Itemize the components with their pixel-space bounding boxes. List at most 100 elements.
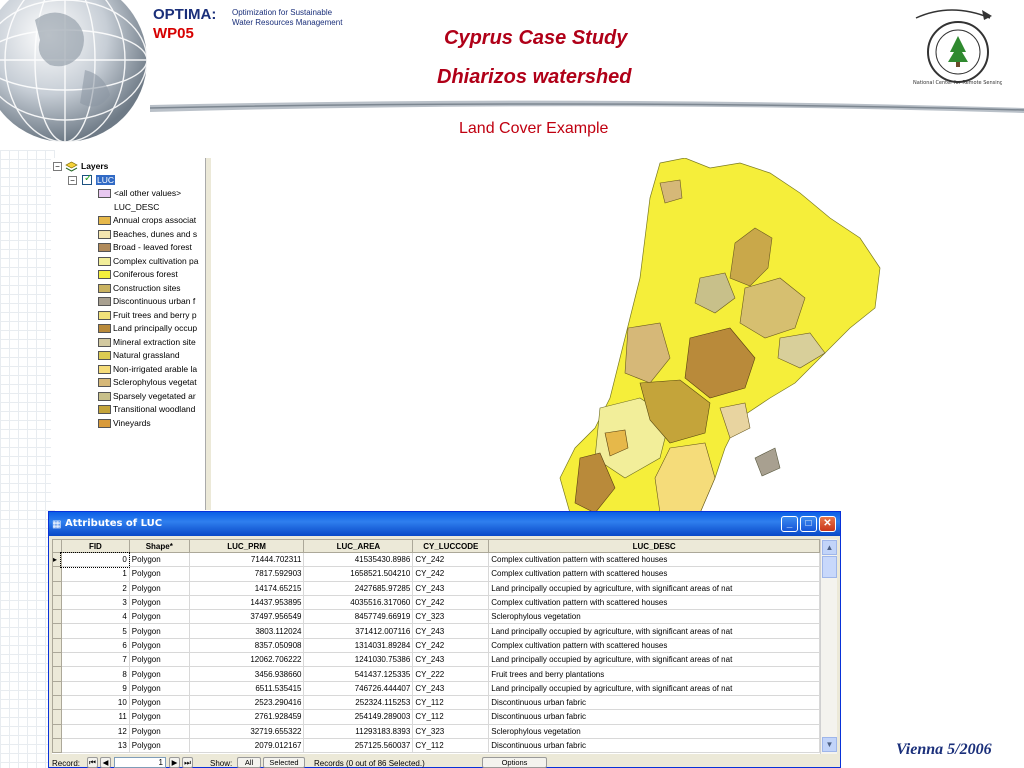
- table-cell[interactable]: Land principally occupied by agriculture…: [488, 581, 820, 596]
- table-cell[interactable]: 12062.706222: [189, 652, 305, 668]
- legend-swatch[interactable]: [98, 243, 111, 252]
- row-selector[interactable]: [52, 637, 62, 654]
- table-cell[interactable]: Polygon: [129, 724, 190, 739]
- table-cell[interactable]: CY_243: [412, 652, 490, 668]
- table-cell[interactable]: 5: [61, 623, 130, 639]
- table-cell[interactable]: 1241030.75386: [303, 652, 414, 668]
- column-header-luc-desc[interactable]: LUC_DESC: [488, 539, 820, 553]
- table-cell[interactable]: 4: [61, 609, 130, 625]
- legend-swatch[interactable]: [98, 297, 111, 306]
- table-cell[interactable]: 1: [61, 566, 130, 582]
- table-cell[interactable]: Polygon: [129, 666, 190, 682]
- table-row[interactable]: 5 Polygon 3803.112024 371412.007116 CY_243 La…: [52, 623, 820, 639]
- legend-swatch[interactable]: [98, 310, 111, 320]
- row-selector[interactable]: [52, 737, 62, 754]
- table-row[interactable]: 1 Polygon 7817.592903 1658521.504210 CY_242 C…: [52, 566, 820, 582]
- table-cell[interactable]: Polygon: [129, 695, 190, 711]
- column-header-shape[interactable]: Shape*: [128, 539, 190, 553]
- table-cell[interactable]: CY_243: [412, 623, 490, 639]
- table-cell[interactable]: CY_242: [412, 566, 490, 582]
- table-row[interactable]: 2 Polygon 14174.65215 2427685.97285 CY_243 La…: [52, 580, 820, 596]
- table-row[interactable]: 3 Polygon 14437.953895 4035516.317060 CY_242…: [52, 594, 820, 611]
- table-cell[interactable]: 11293183.8393: [303, 724, 414, 739]
- table-row[interactable]: ▸ 0 Polygon 71444.702311 41535430.8986 CY_242…: [52, 551, 820, 568]
- table-cell[interactable]: 541437.125335: [303, 666, 414, 682]
- legend-swatch[interactable]: [98, 418, 111, 428]
- table-cell[interactable]: 14174.65215: [189, 581, 305, 596]
- luc-layer-label[interactable]: LUC: [96, 175, 116, 185]
- table-cell[interactable]: 371412.007116: [303, 623, 414, 639]
- table-cell[interactable]: Polygon: [129, 638, 190, 654]
- table-cell[interactable]: 2427685.97285: [303, 581, 414, 596]
- row-selector[interactable]: [52, 566, 62, 582]
- table-cell[interactable]: 41535430.8986: [303, 552, 414, 568]
- table-cell[interactable]: 1314031.89284: [303, 638, 414, 654]
- close-button[interactable]: ✕: [819, 516, 836, 532]
- table-cell[interactable]: Polygon: [129, 581, 190, 596]
- table-cell[interactable]: 3456.938660: [189, 666, 305, 682]
- row-selector[interactable]: [52, 580, 62, 596]
- table-cell[interactable]: 7: [61, 652, 130, 668]
- legend-swatch[interactable]: [98, 229, 111, 239]
- table-row[interactable]: 6 Polygon 8357.050908 1314031.89284 CY_242 Co…: [52, 637, 820, 654]
- table-row[interactable]: 10 Polygon 2523.290416 252324.115253 CY_112 D…: [52, 694, 820, 711]
- legend-swatch[interactable]: [98, 364, 111, 374]
- table-cell[interactable]: CY_112: [412, 738, 490, 754]
- table-cell[interactable]: Polygon: [129, 709, 190, 725]
- table-cell[interactable]: 2523.290416: [189, 695, 305, 711]
- table-cell[interactable]: 8457749.66919: [303, 609, 414, 625]
- table-cell[interactable]: CY_243: [412, 581, 490, 596]
- maximize-button[interactable]: □: [800, 516, 817, 532]
- table-row[interactable]: 8 Polygon 3456.938660 541437.125335 CY_222 Fr…: [52, 666, 820, 682]
- table-cell[interactable]: Land principally occupied by agriculture…: [488, 652, 820, 668]
- table-cell[interactable]: 3: [61, 595, 130, 611]
- record-number-input[interactable]: 1: [114, 757, 166, 768]
- table-cell[interactable]: 8: [61, 666, 130, 682]
- table-cell[interactable]: Polygon: [129, 595, 190, 611]
- legend-swatch[interactable]: [98, 283, 111, 293]
- row-selector[interactable]: [52, 694, 62, 711]
- table-cell[interactable]: 254149.289003: [303, 709, 414, 725]
- vertical-scrollbar[interactable]: ▲ ▼: [820, 539, 837, 754]
- table-cell[interactable]: CY_222: [412, 666, 490, 682]
- legend-swatch[interactable]: [98, 216, 111, 225]
- table-cell[interactable]: 746726.444407: [303, 681, 414, 696]
- table-cell[interactable]: CY_242: [412, 552, 490, 568]
- row-selector[interactable]: [52, 623, 62, 639]
- row-selector[interactable]: [52, 709, 62, 725]
- table-cell[interactable]: 2: [61, 581, 130, 596]
- legend-swatch[interactable]: [98, 351, 111, 360]
- table-cell[interactable]: Polygon: [129, 609, 190, 625]
- options-button[interactable]: Options: [482, 757, 547, 768]
- table-row[interactable]: 9 Polygon 6511.535415 746726.444407 CY_243 La…: [52, 680, 820, 696]
- legend-swatch[interactable]: [98, 405, 111, 414]
- table-cell[interactable]: 10: [61, 695, 130, 711]
- table-cell[interactable]: 257125.560037: [303, 738, 414, 754]
- collapse-toggle-luc[interactable]: −: [68, 176, 77, 185]
- table-cell[interactable]: 11: [61, 709, 130, 725]
- table-cell[interactable]: 2761.928459: [189, 709, 305, 725]
- table-cell[interactable]: Polygon: [129, 566, 190, 582]
- table-cell[interactable]: Polygon: [129, 738, 190, 754]
- table-cell[interactable]: 37497.956549: [189, 609, 305, 625]
- table-cell[interactable]: 12: [61, 724, 130, 739]
- table-cell[interactable]: Discontinuous urban fabric: [488, 709, 820, 725]
- table-cell[interactable]: 14437.953895: [189, 595, 305, 611]
- table-cell[interactable]: Polygon: [129, 681, 190, 696]
- legend-swatch[interactable]: [98, 324, 111, 333]
- legend-swatch[interactable]: [98, 391, 111, 401]
- table-cell[interactable]: Polygon: [129, 652, 190, 668]
- row-selector[interactable]: [52, 723, 62, 739]
- legend-swatch[interactable]: [98, 378, 111, 387]
- scroll-up-icon[interactable]: ▲: [822, 540, 837, 555]
- column-header-fid[interactable]: FID: [60, 539, 130, 553]
- table-cell[interactable]: CY_243: [412, 681, 490, 696]
- table-cell[interactable]: 71444.702311: [189, 552, 305, 568]
- show-selected-button[interactable]: Selected: [263, 757, 305, 768]
- table-row[interactable]: 12 Polygon 32719.655322 11293183.8393 CY_323…: [52, 723, 820, 739]
- table-cell[interactable]: 7817.592903: [189, 566, 305, 582]
- table-cell[interactable]: Polygon: [129, 623, 190, 639]
- table-cell[interactable]: Complex cultivation pattern with scatter…: [488, 595, 820, 611]
- table-row[interactable]: 7 Polygon 12062.706222 1241030.75386 CY_243 L…: [52, 652, 820, 668]
- table-cell[interactable]: CY_112: [412, 695, 490, 711]
